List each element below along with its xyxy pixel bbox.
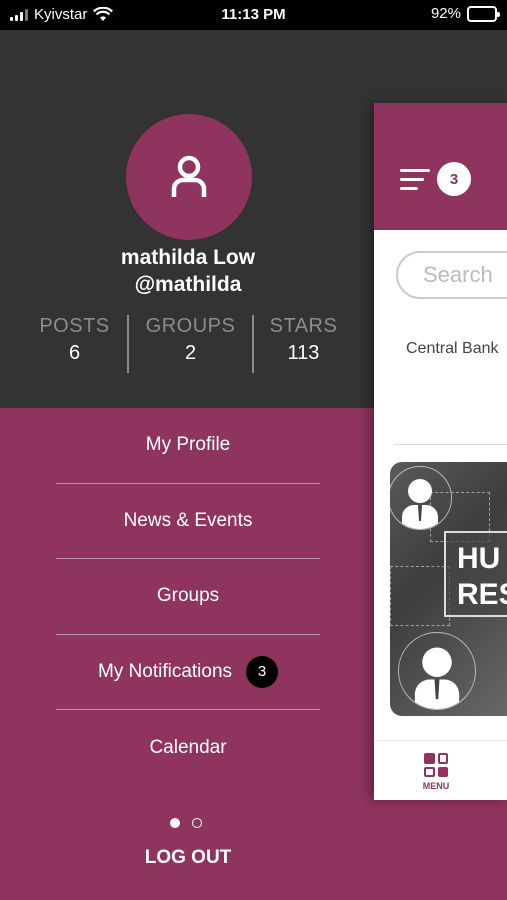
menu-item-news-events[interactable]: News & Events	[56, 484, 320, 559]
stat-posts[interactable]: POSTS 6	[12, 315, 137, 365]
stat-stars[interactable]: STARS 113	[241, 315, 366, 365]
menu-item-my-notifications[interactable]: My Notifications 3	[56, 635, 320, 710]
filter-tab-central-bank[interactable]: Central Bank	[406, 340, 499, 358]
stat-value: 6	[68, 342, 81, 364]
page-dot[interactable]	[192, 818, 202, 828]
menu-item-calendar[interactable]: Calendar	[56, 710, 320, 786]
person-icon	[398, 632, 476, 710]
page-dot-active[interactable]	[170, 818, 180, 828]
stat-value: 2	[184, 342, 197, 364]
stat-label: POSTS	[39, 315, 110, 337]
panel-header: 3	[374, 103, 507, 230]
status-right: 92%	[430, 5, 500, 22]
grid-icon	[424, 753, 448, 777]
user-icon	[171, 155, 207, 197]
status-bar: Kyivstar 11:13 PM 92%	[0, 0, 507, 30]
stat-label: GROUPS	[145, 315, 236, 337]
tab-label: MENU	[422, 781, 450, 791]
decorative-frame	[390, 566, 450, 626]
stat-label: STARS	[269, 315, 338, 337]
divider	[394, 444, 507, 445]
avatar[interactable]	[126, 114, 252, 240]
stat-value: 113	[287, 342, 320, 364]
notification-badge: 3	[246, 655, 279, 688]
hamburger-menu-icon[interactable]	[400, 169, 430, 196]
page-indicator[interactable]	[170, 818, 202, 828]
battery-percent: 92%	[430, 5, 461, 22]
menu-item-label: News & Events	[123, 509, 253, 531]
menu-item-label: My Profile	[145, 434, 231, 456]
user-handle: @mathilda	[134, 273, 242, 296]
battery-icon	[467, 5, 500, 22]
menu-item-my-profile[interactable]: My Profile	[56, 408, 320, 484]
image-text-line: HU	[457, 542, 501, 575]
tab-menu[interactable]: MENU	[418, 753, 454, 791]
news-image[interactable]: HU RES	[390, 462, 507, 716]
image-headline: HU RES	[444, 531, 507, 617]
menu-item-label: Groups	[156, 585, 220, 607]
menu-item-label: My Notifications	[97, 660, 233, 682]
main-content-panel[interactable]: 3 Central Bank HU RES MENU	[374, 103, 507, 800]
logout-button[interactable]: LOG OUT	[0, 847, 376, 869]
side-menu: My Profile News & Events Groups My Notif…	[56, 408, 320, 786]
menu-item-groups[interactable]: Groups	[56, 559, 320, 635]
image-text-line: RES	[457, 578, 507, 611]
search-input[interactable]	[396, 251, 507, 299]
header-notification-badge[interactable]: 3	[437, 162, 471, 196]
person-icon	[390, 466, 452, 530]
stat-groups[interactable]: GROUPS 2	[128, 315, 253, 365]
bottom-tab-bar: MENU	[374, 740, 507, 800]
stats-row: POSTS 6 GROUPS 2 STARS 113	[0, 315, 376, 375]
menu-item-label: Calendar	[149, 736, 227, 758]
user-name: mathilda Low	[120, 246, 256, 269]
